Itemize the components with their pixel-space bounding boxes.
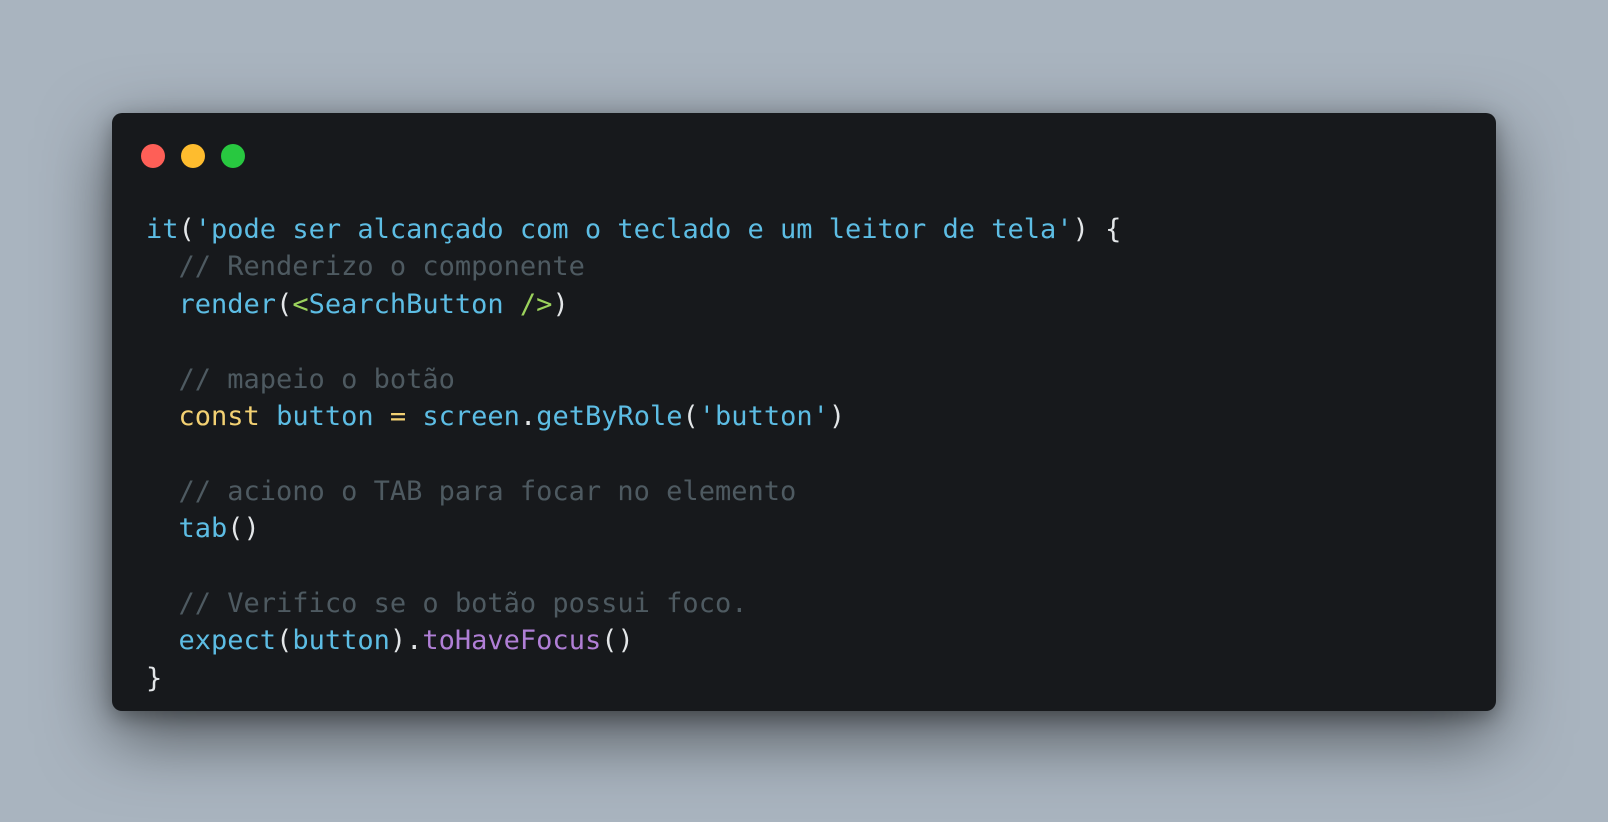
code-line: // mapeio o botão — [146, 361, 1121, 398]
window-controls — [141, 144, 245, 168]
code-token-keyword: const — [178, 400, 260, 432]
code-token-plain: ( — [276, 625, 293, 657]
code-token-func: it — [146, 214, 179, 245]
code-token-plain: } — [146, 662, 163, 694]
code-line: expect(button).toHaveFocus() — [146, 622, 1121, 659]
code-token-plain: ) — [828, 400, 846, 432]
code-token-plain: ) — [552, 288, 569, 320]
code-token-plain: ( — [276, 288, 293, 320]
code-token-func: expect — [178, 625, 277, 657]
code-token-comment: // mapeio o botão — [178, 363, 455, 395]
code-token-func: SearchButton — [308, 288, 504, 320]
code-token-func: tab — [178, 513, 228, 545]
code-token-plain: . — [519, 400, 537, 432]
code-token-plain: () — [601, 625, 634, 657]
code-token-comment: // Renderizo o componente — [178, 251, 585, 283]
code-token-plain: ) { — [1072, 214, 1122, 245]
code-block: it('pode ser alcançado com o teclado e u… — [146, 211, 1121, 697]
code-token-func: render — [178, 288, 277, 320]
code-token-func: button — [292, 625, 390, 657]
minimize-dot[interactable] — [181, 144, 205, 168]
code-line: // Verifico se o botão possui foco. — [146, 585, 1121, 622]
code-line: // Renderizo o componente — [146, 248, 1121, 285]
code-token-plain: ( — [178, 214, 195, 245]
code-token-plain: ( — [682, 400, 699, 432]
code-token-plain: () — [227, 513, 260, 545]
code-line: // aciono o TAB para focar no elemento — [146, 473, 1121, 510]
code-token-string: 'pode ser alcançado com o teclado e um l… — [194, 214, 1073, 245]
code-line: render(<SearchButton />) — [146, 286, 1121, 323]
code-line: } — [146, 660, 1121, 697]
code-line: const button = screen.getByRole('button'… — [146, 398, 1121, 435]
code-token-string: 'button' — [698, 400, 829, 432]
code-token-comment: // aciono o TAB para focar no elemento — [178, 475, 797, 507]
code-token-jsx-tag: < — [292, 288, 309, 320]
code-token-comment: // Verifico se o botão possui foco. — [178, 587, 748, 619]
code-line: it('pode ser alcançado com o teclado e u… — [146, 211, 1121, 248]
code-token-func: getByRole — [536, 400, 683, 432]
close-dot[interactable] — [141, 144, 165, 168]
code-token-plain: ). — [389, 625, 423, 657]
maximize-dot[interactable] — [221, 144, 245, 168]
code-token-method: toHaveFocus — [422, 625, 602, 657]
code-token-func: screen — [422, 400, 520, 432]
code-window: it('pode ser alcançado com o teclado e u… — [112, 113, 1496, 711]
code-token-jsx-tag: /> — [503, 288, 553, 320]
code-token-keyword: = — [389, 400, 407, 432]
code-line: tab() — [146, 510, 1121, 547]
code-token-func: button — [276, 400, 374, 432]
